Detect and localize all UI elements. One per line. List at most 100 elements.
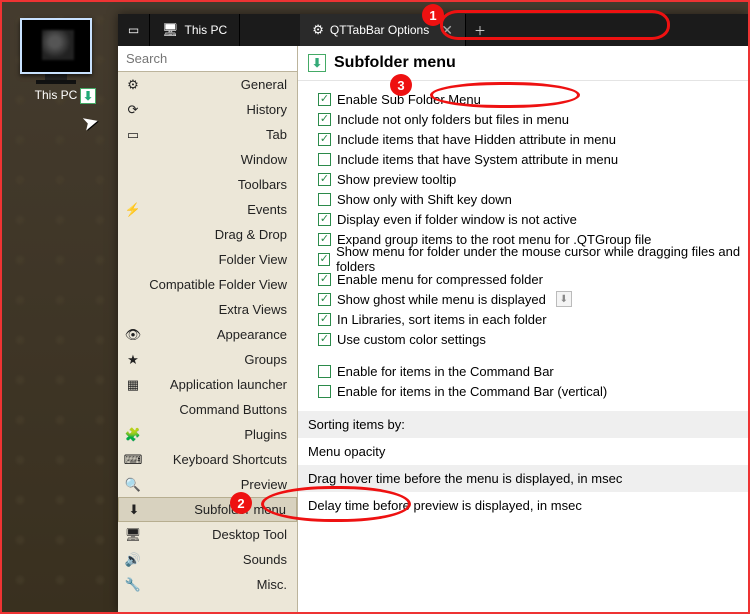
tab-icon: ▭ — [124, 127, 142, 143]
option-row: ✓ Enable for items in the Command Bar (ve… — [318, 381, 748, 401]
application-launcher-icon: ▦ — [124, 377, 142, 393]
sidebar-item-compatible-folder-view[interactable]: Compatible Folder View — [118, 272, 297, 297]
sidebar-item-label: Tab — [124, 127, 289, 142]
checkbox[interactable]: ✓ — [318, 193, 331, 206]
tab-this-pc[interactable]: 🖥 This PC — [150, 14, 240, 46]
option-row: ✓ Enable Sub Folder Menu — [318, 89, 748, 109]
option-label: Enable for items in the Command Bar — [337, 364, 554, 379]
sidebar-item-drag-drop[interactable]: Drag & Drop — [118, 222, 297, 247]
options-sidebar: ⚙General⟳History▭TabWindowToolbars⚡Event… — [118, 46, 298, 612]
sounds-icon: 🔊 — [124, 552, 142, 568]
option-label: Display even if folder window is not act… — [337, 212, 577, 227]
ghost-dropdown-button[interactable]: ⬇ — [556, 291, 572, 307]
page-header: ⬇ Subfolder menu — [298, 46, 748, 81]
sidebar-item-keyboard-shortcuts[interactable]: ⌨Keyboard Shortcuts — [118, 447, 297, 472]
sidebar-item-misc-[interactable]: 🔧Misc. — [118, 572, 297, 597]
checkbox[interactable]: ✓ — [318, 153, 331, 166]
sidebar-item-command-buttons[interactable]: Command Buttons — [118, 397, 297, 422]
history-icon: ⟳ — [124, 102, 142, 118]
sidebar-item-label: Toolbars — [124, 177, 289, 192]
misc--icon: 🔧 — [124, 577, 142, 593]
sidebar-item-events[interactable]: ⚡Events — [118, 197, 297, 222]
sidebar-item-subfolder-menu[interactable]: ⬇Subfolder menu — [118, 497, 297, 522]
option-label: Enable for items in the Command Bar (ver… — [337, 384, 607, 399]
plugins-icon: 🧩 — [124, 427, 142, 443]
option-row: ✓Show menu for folder under the mouse cu… — [318, 249, 748, 269]
checkbox[interactable]: ✓ — [318, 253, 330, 266]
option-label: Use custom color settings — [337, 332, 486, 347]
sidebar-item-window[interactable]: Window — [118, 147, 297, 172]
shortcut-badge-icon: ⬇ — [80, 88, 96, 104]
option-row: ✓ Show only with Shift key down — [318, 189, 748, 209]
sidebar-item-extra-views[interactable]: Extra Views — [118, 297, 297, 322]
sidebar-item-tab[interactable]: ▭Tab — [118, 122, 297, 147]
sidebar-item-label: History — [124, 102, 289, 117]
sidebar-item-general[interactable]: ⚙General — [118, 72, 297, 97]
checkbox[interactable]: ✓ — [318, 313, 331, 326]
subfolder-menu-icon: ⬇ — [308, 54, 326, 72]
tab-bar: ▭ 🖥 This PC ⚙ QTTabBar Options ✕ ＋ — [118, 14, 748, 46]
option-label: Include items that have Hidden attribute… — [337, 132, 616, 147]
gear-icon: ⚙ — [312, 22, 324, 38]
preview-icon: 🔍 — [124, 477, 142, 493]
sidebar-item-application-launcher[interactable]: ▦Application launcher — [118, 372, 297, 397]
setting-row: Sorting items by: — [298, 411, 748, 438]
sidebar-item-history[interactable]: ⟳History — [118, 97, 297, 122]
options-content: ⬇ Subfolder menu ✓ Enable Sub Folder Menu… — [298, 46, 748, 612]
explorer-window: ▭ 🖥 This PC ⚙ QTTabBar Options ✕ ＋ ⚙Gene… — [118, 14, 748, 612]
pc-icon: 🖥 — [162, 22, 179, 38]
sidebar-item-label: Desktop Tool — [124, 527, 289, 542]
tab-qttabbar-options[interactable]: ⚙ QTTabBar Options ✕ — [300, 14, 466, 46]
sidebar-item-label: Groups — [124, 352, 289, 367]
checkbox[interactable]: ✓ — [318, 365, 331, 378]
sidebar-item-preview[interactable]: 🔍Preview — [118, 472, 297, 497]
general-icon: ⚙ — [124, 77, 142, 93]
monitor-icon — [20, 18, 92, 74]
sidebar-item-sounds[interactable]: 🔊Sounds — [118, 547, 297, 572]
option-row: ✓ Enable menu for compressed folder — [318, 269, 748, 289]
options-group-commandbar: ✓ Enable for items in the Command Bar ✓ Ena… — [298, 349, 748, 401]
checkbox[interactable]: ✓ — [318, 113, 331, 126]
tab-label: QTTabBar Options — [330, 23, 429, 37]
checkbox[interactable]: ✓ — [318, 133, 331, 146]
option-label: Show only with Shift key down — [337, 192, 512, 207]
checkbox[interactable]: ✓ — [318, 233, 331, 246]
sidebar-item-label: Application launcher — [124, 377, 289, 392]
sidebar-item-label: Folder View — [124, 252, 289, 267]
sidebar-item-folder-view[interactable]: Folder View — [118, 247, 297, 272]
option-row: ✓Include items that have System attribut… — [318, 149, 748, 169]
sidebar-item-desktop-tool[interactable]: 🖥Desktop Tool — [118, 522, 297, 547]
checkbox[interactable]: ✓ — [318, 173, 331, 186]
events-icon: ⚡ — [124, 202, 142, 218]
checkbox[interactable]: ✓ — [318, 385, 331, 398]
sidebar-item-label: Events — [124, 202, 289, 217]
sidebar-item-label: Subfolder menu — [125, 502, 288, 517]
sidebar-item-label: Command Buttons — [124, 402, 289, 417]
sidebar-item-label: Window — [124, 152, 289, 167]
checkbox[interactable]: ✓ — [318, 293, 331, 306]
sidebar-item-toolbars[interactable]: Toolbars — [118, 172, 297, 197]
page-title: Subfolder menu — [334, 54, 456, 72]
close-icon[interactable]: ✕ — [441, 22, 453, 39]
checkbox[interactable]: ✓ — [318, 93, 331, 106]
keyboard-shortcuts-icon: ⌨ — [124, 452, 142, 468]
sidebar-item-label: Extra Views — [124, 302, 289, 317]
setting-row: Drag hover time before the menu is displ… — [298, 465, 748, 492]
sidebar-item-appearance[interactable]: 👁Appearance — [118, 322, 297, 347]
option-label: Enable Sub Folder Menu — [337, 92, 481, 107]
tab-label: This PC — [185, 23, 228, 37]
search-input[interactable] — [118, 46, 297, 71]
setting-row: Menu opacity — [298, 438, 748, 465]
checkbox[interactable]: ✓ — [318, 273, 331, 286]
sidebar-item-plugins[interactable]: 🧩Plugins — [118, 422, 297, 447]
tabbar-menu-button[interactable]: ▭ — [118, 14, 150, 46]
sidebar-item-label: Keyboard Shortcuts — [124, 452, 289, 467]
checkbox[interactable]: ✓ — [318, 333, 331, 346]
sidebar-item-label: Drag & Drop — [124, 227, 289, 242]
checkbox[interactable]: ✓ — [318, 213, 331, 226]
sidebar-item-label: Plugins — [124, 427, 289, 442]
option-label: Enable menu for compressed folder — [337, 272, 543, 287]
sidebar-item-label: Appearance — [124, 327, 289, 342]
new-tab-button[interactable]: ＋ — [466, 14, 494, 46]
sidebar-item-groups[interactable]: ★Groups — [118, 347, 297, 372]
